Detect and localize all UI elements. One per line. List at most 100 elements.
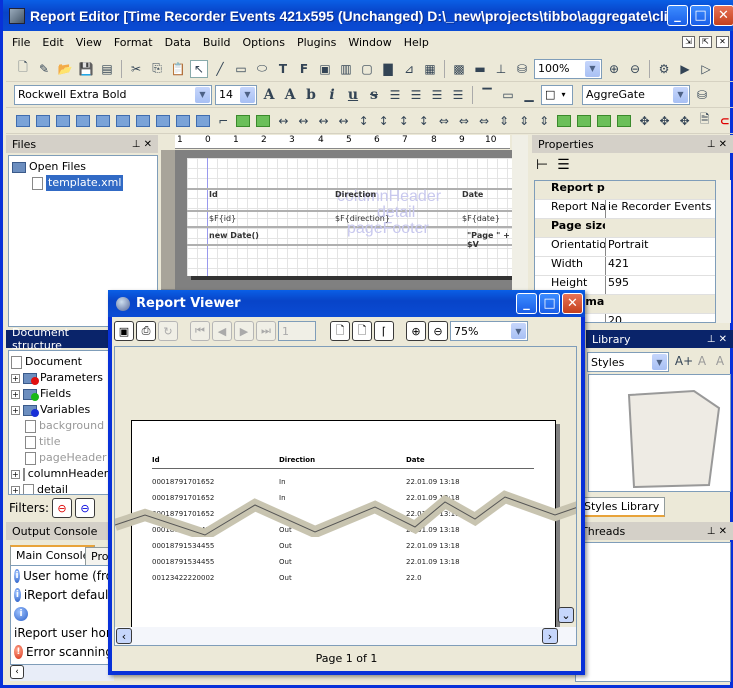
categorized-icon[interactable]: ⊢ — [536, 157, 548, 173]
hspace-dec-icon[interactable]: ↔ — [315, 112, 332, 130]
frame-icon[interactable]: ▢ — [358, 60, 376, 78]
tab-styles-library[interactable]: Styles Library — [578, 497, 666, 517]
actual-size-icon[interactable]: 🗋 — [330, 321, 350, 341]
vsize-inc-icon[interactable]: ⇕ — [536, 112, 553, 130]
expand-icon[interactable]: + — [11, 469, 20, 479]
pin-icon[interactable]: ⊥ ✕ — [707, 334, 727, 345]
text-field-icon[interactable]: F — [295, 60, 313, 78]
design-field-direction[interactable]: $F{direction} — [335, 214, 390, 223]
pointer-icon[interactable]: ↖ — [190, 59, 208, 78]
hspace-zero-icon[interactable]: ↔ — [335, 112, 352, 130]
property-category[interactable]: Page size — [535, 219, 715, 238]
tree-item-detail[interactable]: + detail — [11, 482, 108, 494]
design-field-date[interactable]: $F{date} — [462, 214, 500, 223]
property-value[interactable]: 421 — [605, 257, 715, 275]
tree-item-parameters[interactable]: + Parameters — [11, 370, 108, 386]
tree-item-file[interactable]: template.xml — [12, 175, 154, 191]
menu-format[interactable]: Format — [108, 36, 159, 49]
align-left-edge-icon[interactable] — [54, 112, 71, 130]
tree-item-open-files[interactable]: Open Files — [12, 159, 154, 175]
scroll-left-icon[interactable]: ‹ — [10, 665, 24, 679]
align-vcenter-icon[interactable] — [94, 112, 111, 130]
hspace-inc-icon[interactable]: ↔ — [295, 112, 312, 130]
canvas-vscrollbar[interactable] — [512, 135, 528, 290]
same-width-icon[interactable] — [154, 112, 171, 130]
stretch-icon[interactable] — [616, 112, 633, 130]
database-icon[interactable]: ⛁ — [513, 60, 531, 78]
tree-item-columnheader[interactable]: + columnHeader — [11, 466, 108, 482]
pin-icon[interactable]: ⊥ ✕ — [132, 139, 152, 150]
zoom-in-icon[interactable]: ⊕ — [605, 60, 623, 78]
align-center-icon[interactable]: ☰ — [428, 86, 446, 104]
design-footer-date[interactable]: new Date() — [209, 231, 259, 240]
scroll-right-icon[interactable]: › — [542, 628, 558, 644]
paste-icon[interactable]: 📋 — [169, 60, 187, 78]
zoom-combo[interactable]: 100% ▼ — [534, 58, 602, 79]
pin-icon[interactable]: ⊥ ✕ — [707, 139, 727, 150]
menu-plugins[interactable]: Plugins — [291, 36, 342, 49]
align-right-edge-icon[interactable] — [74, 112, 91, 130]
vspace-dec-icon[interactable]: ↕ — [395, 112, 412, 130]
expand-icon[interactable]: + — [11, 485, 20, 494]
font-size-combo[interactable]: 14 ▼ — [215, 84, 257, 105]
menu-options[interactable]: Options — [237, 36, 291, 49]
console-hscrollbar[interactable]: ‹ — [10, 665, 114, 681]
open-icon[interactable]: 📂 — [56, 60, 74, 78]
wizard-icon[interactable]: ✎ — [35, 60, 53, 78]
valign-middle-icon[interactable]: ▭ — [499, 86, 517, 104]
property-value[interactable]: ie Recorder Events — [605, 200, 715, 218]
datasource-icon[interactable]: ⛁ — [693, 86, 711, 104]
magnet-icon[interactable]: ⊂ — [716, 112, 733, 130]
bold-icon[interactable]: b — [302, 86, 320, 104]
menu-edit[interactable]: Edit — [36, 36, 69, 49]
band-icon[interactable]: ▬ — [471, 60, 489, 78]
property-row[interactable]: Report Nameie Recorder Events — [535, 200, 715, 219]
center-both-icon[interactable]: ✥ — [676, 112, 693, 130]
expand-icon[interactable]: + — [11, 373, 20, 383]
align-top-icon[interactable] — [14, 112, 31, 130]
save-icon[interactable]: ▣ — [114, 321, 134, 341]
viewer-close-button[interactable]: ✕ — [562, 293, 583, 314]
tree-item-document[interactable]: Document — [11, 354, 108, 370]
underline-icon[interactable]: u — [344, 86, 362, 104]
align-right-icon[interactable]: ☰ — [449, 86, 467, 104]
hsize-inc-icon[interactable]: ⇔ — [455, 112, 472, 130]
increase-font-icon[interactable]: A — [260, 86, 278, 104]
property-value[interactable]: 20 — [605, 314, 715, 322]
library-combo[interactable]: Styles ▼ — [587, 352, 669, 372]
filter-red-icon[interactable]: ⊖ — [52, 498, 73, 518]
image-icon[interactable]: ▣ — [316, 60, 334, 78]
tree-item-background[interactable]: background — [11, 418, 108, 434]
add-style-icon[interactable]: A+ — [675, 352, 693, 370]
menu-window[interactable]: Window — [342, 36, 397, 49]
center-h-icon[interactable]: ✥ — [636, 112, 653, 130]
italic-icon[interactable]: i — [323, 86, 341, 104]
move-left-icon[interactable] — [235, 112, 252, 130]
align-bottom-icon[interactable] — [34, 112, 51, 130]
mdi-float-icon[interactable]: ⇱ — [699, 36, 712, 48]
hsize-icon[interactable]: ⇔ — [435, 112, 452, 130]
new-icon[interactable]: 🗋 — [14, 60, 32, 78]
hsize-dec-icon[interactable]: ⇔ — [475, 112, 492, 130]
minimize-button[interactable]: _ — [667, 5, 688, 26]
design-footer-page[interactable]: "Page " + $V — [467, 231, 512, 249]
connection-combo[interactable]: AggreGate ▼ — [582, 84, 690, 105]
strikethrough-icon[interactable]: s — [365, 86, 383, 104]
design-field-id[interactable]: $F{id} — [209, 214, 236, 223]
print-icon[interactable]: ⎙ — [136, 321, 156, 341]
border-combo[interactable]: □ ▾ — [541, 84, 573, 105]
scroll-left-icon[interactable]: ‹ — [116, 628, 132, 644]
subreport-icon[interactable]: ⊥ — [492, 60, 510, 78]
move-right-icon[interactable] — [255, 112, 272, 130]
decrease-font-icon[interactable]: A — [281, 86, 299, 104]
menu-data[interactable]: Data — [159, 36, 197, 49]
align-justify-icon[interactable]: ☰ — [407, 86, 425, 104]
line-icon[interactable]: ╱ — [211, 60, 229, 78]
static-text-icon[interactable]: T — [274, 60, 292, 78]
join-left-icon[interactable] — [195, 112, 212, 130]
tree-item-title[interactable]: title — [11, 434, 108, 450]
save-icon[interactable]: 💾 — [77, 60, 95, 78]
font-combo[interactable]: Rockwell Extra Bold ▼ — [14, 84, 212, 105]
zoom-out-icon[interactable]: ⊖ — [428, 321, 448, 341]
property-value[interactable]: Portrait — [605, 238, 715, 256]
